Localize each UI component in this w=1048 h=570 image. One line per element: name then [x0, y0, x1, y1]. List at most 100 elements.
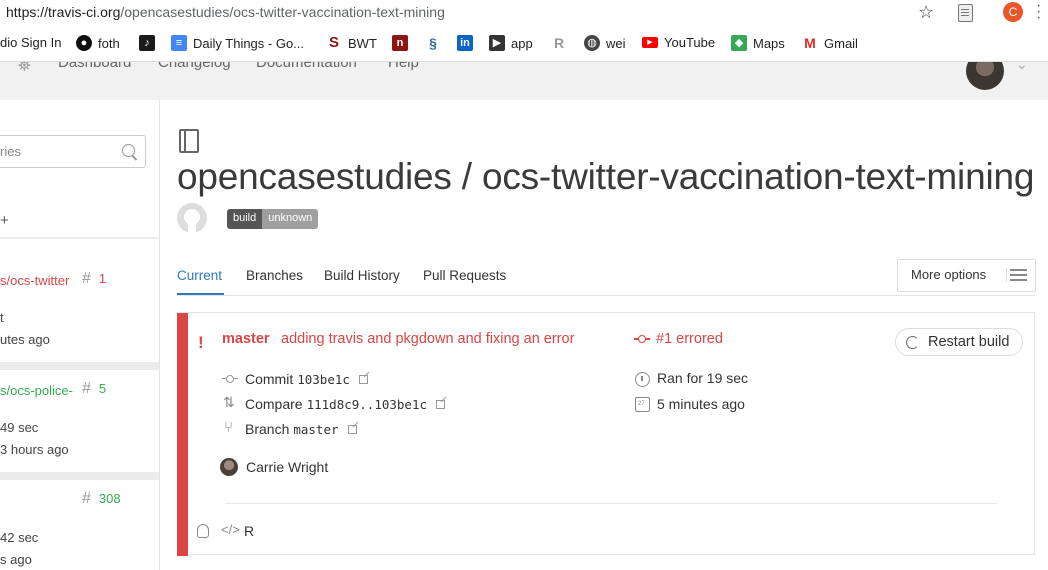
build-status-text: #1 errored — [656, 331, 723, 347]
branch-value: master — [293, 421, 339, 437]
active-tab-indicator — [177, 293, 224, 295]
address-bar[interactable]: https://travis-ci.org/opencasestudies/oc… — [0, 0, 1048, 26]
divider — [0, 472, 159, 480]
bookmark-label: YouTube — [664, 35, 716, 50]
sidebar-build-number[interactable]: #1 — [82, 270, 106, 288]
build-number: 1 — [98, 271, 107, 286]
sidebar-duration: t — [0, 310, 4, 325]
docs-icon: ≡ — [171, 35, 187, 51]
bookmark-star-icon[interactable]: ☆ — [918, 2, 934, 23]
nav-help[interactable]: Help — [388, 62, 419, 71]
add-repo-button[interactable]: + — [0, 212, 9, 229]
restart-build-button[interactable]: Restart build — [895, 328, 1023, 356]
bookmark-daily-things[interactable]: ≡ Daily Things - Go... — [171, 35, 304, 51]
more-options-label: More options — [911, 267, 987, 282]
restart-label: Restart build — [928, 334, 1010, 350]
sidebar-repo-name[interactable]: s/ocs-police- — [0, 383, 73, 398]
travis-logo-icon[interactable]: ⛯ — [18, 62, 31, 76]
error-icon: ! — [198, 333, 204, 352]
bookmark-music[interactable]: ♪ — [139, 35, 155, 51]
nav-documentation[interactable]: Documentation — [256, 62, 357, 71]
bookmark-label: Gmail — [824, 35, 858, 51]
search-icon[interactable] — [122, 144, 135, 157]
repo-title[interactable]: opencasestudies / ocs-twitter-vaccinatio… — [177, 156, 1034, 198]
bookmark-r[interactable]: R — [551, 35, 567, 51]
tab-current[interactable]: Current — [177, 268, 222, 283]
maps-icon: ◆ — [731, 35, 747, 51]
tab-build-history[interactable]: Build History — [324, 268, 400, 283]
hash-icon: # — [82, 270, 91, 287]
bookmark-label: Daily Things - Go... — [193, 35, 305, 51]
bookmark-foth[interactable]: ● foth — [76, 35, 120, 51]
youtube-icon: ▶ — [642, 37, 658, 48]
author-name: Carrie Wright — [246, 459, 329, 475]
bookmark-label: dio Sign In — [0, 35, 62, 50]
sidebar-repo-name[interactable]: s/ocs-twitter — [0, 273, 69, 288]
bookmark-maps[interactable]: ◆ Maps — [731, 35, 785, 51]
sidebar-build-number[interactable]: #5 — [82, 380, 106, 398]
sidebar-build-number[interactable]: #308 — [82, 490, 121, 508]
build-number: 5 — [98, 381, 107, 396]
branch-label: Branch — [245, 421, 290, 437]
compare-row[interactable]: Compare 111d8c9..103be1c — [222, 394, 446, 412]
repo-sidebar: ries + s/ocs-twitter #1 t utes ago s/ocs… — [0, 100, 160, 570]
sidebar-duration: 42 sec — [0, 530, 39, 545]
app-icon: ▶ — [489, 35, 505, 51]
branch-icon — [222, 419, 238, 437]
bookmark-wei[interactable]: ◍ wei — [584, 35, 626, 51]
build-language: R — [244, 523, 255, 539]
bookmark-s[interactable]: § — [425, 35, 441, 51]
duration-row: Ran for 19 sec — [634, 370, 748, 387]
url-text[interactable]: https://travis-ci.org/opencasestudies/oc… — [6, 4, 445, 20]
bookmark-linkedin[interactable]: in — [457, 35, 473, 51]
nav-changelog[interactable]: Changelog — [158, 62, 231, 71]
calendar-icon — [634, 396, 650, 412]
url-host: https://travis-ci.org — [6, 4, 121, 20]
external-link-icon — [436, 399, 446, 409]
bookmark-label: app — [511, 35, 533, 51]
badge-value: unknown — [262, 209, 319, 229]
github-icon[interactable] — [177, 203, 207, 233]
commit-icon — [634, 335, 650, 344]
url-path: /opencasestudies/ocs-twitter-vaccination… — [120, 4, 445, 20]
hash-icon: # — [82, 490, 91, 507]
external-link-icon — [358, 374, 368, 384]
bookmark-bwt[interactable]: S BWT — [326, 35, 377, 51]
more-options-button[interactable]: More options — [897, 259, 1036, 292]
n-icon: n — [392, 35, 408, 51]
github-icon: ● — [76, 35, 92, 51]
nav-dashboard[interactable]: Dashboard — [58, 62, 131, 71]
profile-avatar[interactable]: C — [1003, 2, 1023, 22]
badge-label: build — [227, 209, 263, 229]
bookmark-gmail[interactable]: M Gmail — [802, 35, 858, 51]
repo-search-input[interactable]: ries — [0, 135, 146, 168]
build-status-link[interactable]: #1 errored — [634, 331, 723, 347]
bookmark-app[interactable]: ▶ app — [489, 35, 533, 51]
r-icon: R — [551, 35, 567, 51]
build-branch-link[interactable]: master — [222, 331, 270, 347]
divider — [225, 503, 997, 504]
compare-icon — [222, 394, 238, 412]
finished-row: 5 minutes ago — [634, 396, 745, 412]
extension-document-icon[interactable] — [958, 4, 973, 22]
chevron-down-icon[interactable]: ⌄ — [1016, 62, 1028, 73]
stanford-icon: S — [326, 35, 342, 51]
bookmark-signin[interactable]: dio Sign In — [0, 35, 61, 50]
browser-menu-icon[interactable]: · · · — [1036, 0, 1042, 26]
user-avatar[interactable] — [966, 62, 1004, 90]
tab-pull-requests[interactable]: Pull Requests — [423, 268, 506, 283]
commit-row[interactable]: Commit 103be1c — [222, 371, 368, 387]
divider — [0, 237, 159, 239]
clock-icon — [634, 370, 650, 387]
bookmark-label: foth — [98, 35, 120, 51]
finished-text: 5 minutes ago — [657, 396, 745, 412]
build-number: 308 — [98, 491, 121, 506]
bookmark-n[interactable]: n — [392, 35, 408, 51]
build-status-badge[interactable]: build unknown — [227, 209, 319, 229]
s-icon: § — [425, 35, 441, 51]
external-link-icon — [347, 424, 357, 434]
bookmark-youtube[interactable]: ▶ YouTube — [642, 35, 715, 50]
branch-row[interactable]: Branch master — [222, 419, 357, 437]
tab-branches[interactable]: Branches — [246, 268, 303, 283]
hamburger-icon — [1006, 268, 1027, 282]
